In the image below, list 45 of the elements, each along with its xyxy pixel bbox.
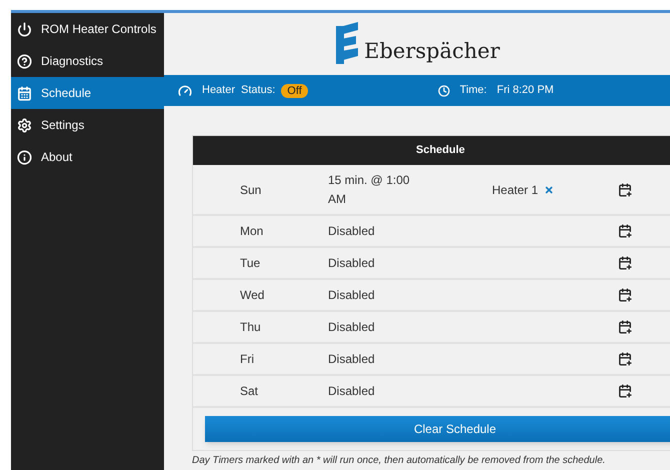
day-cell-text: Sat	[239, 383, 260, 400]
timer-cell-text: Disabled	[328, 382, 376, 400]
gauge-icon	[178, 84, 192, 98]
remove-icon[interactable]	[544, 184, 554, 194]
status-label: Status:	[241, 83, 276, 98]
time-label: Time:	[460, 83, 487, 98]
day-cell-text: Wed	[239, 287, 266, 304]
timer-cell-text: Disabled	[328, 222, 376, 240]
timer-cell-text: Disabled	[328, 254, 376, 272]
timer-cell-text: Disabled	[328, 350, 376, 368]
time-value: Fri 8:20 PM	[496, 83, 554, 98]
sidebar-item[interactable]: Settings	[11, 109, 164, 141]
logo-text: Eberspächer	[364, 38, 500, 66]
clock-icon	[438, 84, 450, 96]
sidebar-item[interactable]: Diagnostics	[11, 45, 164, 77]
logo-icon	[334, 22, 360, 66]
timer-cell-text: 15 min. @ 1:00 AM	[328, 172, 411, 208]
add-timer-icon[interactable]	[618, 352, 632, 366]
day-cell-text: Thu	[239, 319, 262, 336]
status-badge: Off	[281, 84, 308, 98]
help-icon	[17, 54, 32, 68]
add-timer-icon[interactable]	[618, 256, 632, 270]
table-header: Schedule	[193, 136, 670, 165]
heater-cell-text: Heater 1	[492, 182, 538, 198]
info-icon	[17, 150, 32, 164]
power-icon	[17, 22, 32, 36]
day-cell-text: Fri	[239, 351, 255, 368]
clear-schedule-button[interactable]: Clear Schedule	[205, 416, 670, 442]
day-cell-text: Mon	[239, 223, 264, 240]
add-timer-icon[interactable]	[618, 320, 632, 334]
sidebar-item[interactable]: About	[11, 141, 164, 173]
day-cell-text: Sun	[239, 182, 262, 198]
footnote: Day Timers marked with an * will run once, then automatically be removed from the schedule.	[191, 455, 606, 467]
add-timer-icon[interactable]	[618, 288, 632, 302]
add-timer-icon[interactable]	[618, 224, 632, 238]
timer-cell-text: Disabled	[328, 286, 376, 304]
add-timer-icon[interactable]	[618, 384, 632, 398]
day-cell-text: Tue	[239, 255, 262, 272]
heater-label: Heater	[202, 83, 236, 98]
calendar-icon	[17, 86, 32, 100]
timer-cell-text: Disabled	[328, 318, 376, 336]
sidebar-item[interactable]: ROM Heater Controls	[11, 13, 164, 45]
settings-icon	[17, 118, 32, 132]
add-timer-icon[interactable]	[618, 182, 632, 196]
sidebar-item[interactable]: Schedule	[11, 77, 164, 109]
